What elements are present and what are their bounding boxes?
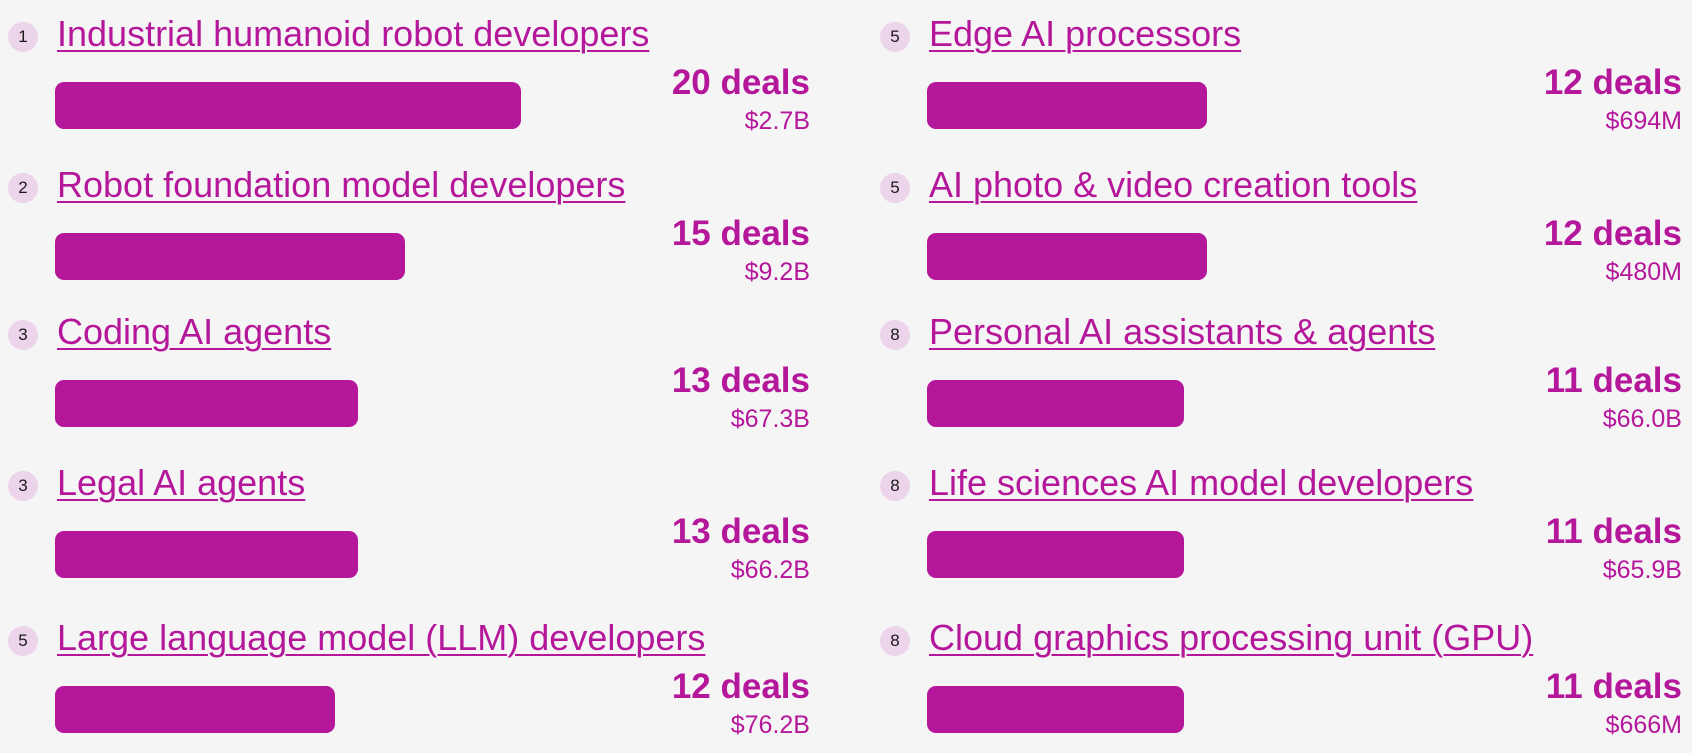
category-link[interactable]: Life sciences AI model developers xyxy=(929,461,1473,505)
bar-track xyxy=(927,686,1517,733)
ranking-item: 5 Edge AI processors 12 deals $694M xyxy=(872,9,1682,149)
bar-track xyxy=(927,531,1517,578)
deals-count-label: 11 deals xyxy=(1545,667,1682,706)
bar-track xyxy=(927,380,1517,427)
bar-track xyxy=(927,82,1517,129)
category-link[interactable]: Coding AI agents xyxy=(57,310,331,354)
category-link[interactable]: Robot foundation model developers xyxy=(57,163,625,207)
rank-badge: 5 xyxy=(880,173,910,203)
funding-amount-label: $666M xyxy=(1605,711,1682,739)
deals-bar xyxy=(927,82,1207,129)
funding-amount-label: $76.2B xyxy=(730,711,810,739)
deals-count-label: 15 deals xyxy=(671,214,810,253)
ranking-item: 2 Robot foundation model developers 15 dea… xyxy=(0,160,810,300)
rank-badge: 3 xyxy=(8,471,38,501)
bar-track xyxy=(55,531,645,578)
bar-track xyxy=(55,380,645,427)
deals-bar xyxy=(927,380,1184,427)
ranking-item: 5 Large language model (LLM) developers 12… xyxy=(0,613,810,753)
rank-badge: 1 xyxy=(8,22,38,52)
deals-count-label: 12 deals xyxy=(671,667,810,706)
bar-track xyxy=(55,82,645,129)
funding-amount-label: $2.7B xyxy=(744,107,810,135)
funding-amount-label: $66.0B xyxy=(1602,405,1682,433)
deals-count-label: 13 deals xyxy=(671,361,810,400)
category-link[interactable]: Large language model (LLM) developers xyxy=(57,616,705,660)
rank-badge: 3 xyxy=(8,320,38,350)
ranking-item: 8 Cloud graphics processing unit (GPU) 11 … xyxy=(872,613,1682,753)
category-link[interactable]: Personal AI assistants & agents xyxy=(929,310,1435,354)
deals-count-label: 11 deals xyxy=(1545,361,1682,400)
funding-amount-label: $66.2B xyxy=(730,556,810,584)
deals-bar xyxy=(55,233,405,280)
ranking-item: 8 Life sciences AI model developers 11 dea… xyxy=(872,458,1682,598)
category-link[interactable]: Cloud graphics processing unit (GPU) xyxy=(929,616,1533,660)
ranking-item: 3 Legal AI agents 13 deals $66.2B xyxy=(0,458,810,598)
rank-badge: 8 xyxy=(880,471,910,501)
ranking-item: 1 Industrial humanoid robot developers 20 … xyxy=(0,9,810,149)
funding-amount-label: $9.2B xyxy=(744,258,810,286)
deals-bar xyxy=(927,531,1184,578)
deals-count-label: 12 deals xyxy=(1543,214,1682,253)
bar-track xyxy=(55,233,645,280)
rank-badge: 2 xyxy=(8,173,38,203)
rank-badge: 5 xyxy=(8,626,38,656)
funding-amount-label: $480M xyxy=(1605,258,1682,286)
rank-badge: 5 xyxy=(880,22,910,52)
category-link[interactable]: Industrial humanoid robot developers xyxy=(57,12,649,56)
bar-track xyxy=(55,686,645,733)
deals-count-label: 13 deals xyxy=(671,512,810,551)
ranking-item: 8 Personal AI assistants & agents 11 deals… xyxy=(872,307,1682,447)
deals-count-label: 12 deals xyxy=(1543,63,1682,102)
funding-amount-label: $65.9B xyxy=(1602,556,1682,584)
deals-count-label: 20 deals xyxy=(671,63,810,102)
deals-bar xyxy=(927,686,1184,733)
funding-amount-label: $67.3B xyxy=(730,405,810,433)
deals-count-label: 11 deals xyxy=(1545,512,1682,551)
funding-amount-label: $694M xyxy=(1605,107,1682,135)
deals-bar xyxy=(55,380,358,427)
deals-bar xyxy=(927,233,1207,280)
deals-bar xyxy=(55,82,521,129)
rank-badge: 8 xyxy=(880,320,910,350)
deals-bar xyxy=(55,531,358,578)
category-link[interactable]: Legal AI agents xyxy=(57,461,305,505)
deals-bar xyxy=(55,686,335,733)
category-link[interactable]: AI photo & video creation tools xyxy=(929,163,1417,207)
bar-track xyxy=(927,233,1517,280)
category-link[interactable]: Edge AI processors xyxy=(929,12,1241,56)
rank-badge: 8 xyxy=(880,626,910,656)
ranking-item: 3 Coding AI agents 13 deals $67.3B xyxy=(0,307,810,447)
ranking-item: 5 AI photo & video creation tools 12 deals… xyxy=(872,160,1682,300)
